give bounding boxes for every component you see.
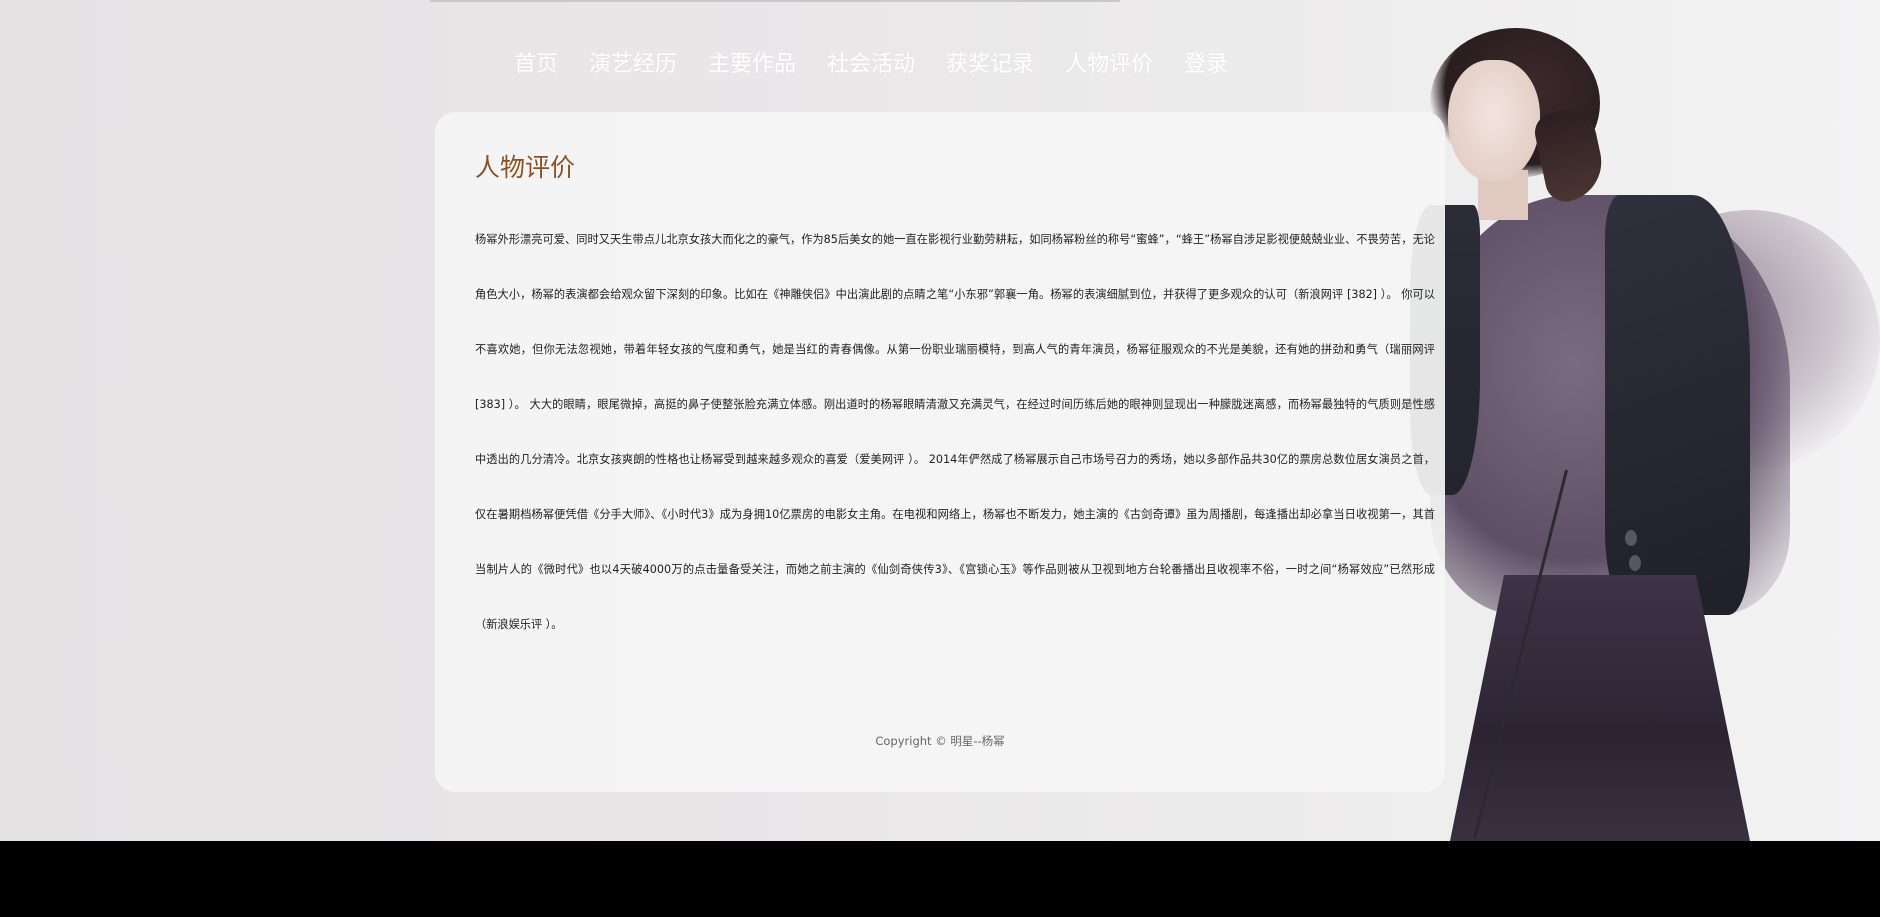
vest-button — [1629, 555, 1641, 571]
portrait-face — [1448, 60, 1540, 182]
content-card: 人物评价 杨幂外形漂亮可爱、同时又天生带点儿北京女孩大而化之的豪气，作为85后美… — [435, 112, 1445, 792]
nav-item-social[interactable]: 社会活动 — [827, 50, 915, 80]
nav-item-career[interactable]: 演艺经历 — [589, 50, 677, 80]
main-nav: 首页 演艺经历 主要作品 社会活动 获奖记录 人物评价 登录 — [514, 50, 1228, 80]
vest-button — [1625, 530, 1637, 546]
nav-item-awards[interactable]: 获奖记录 — [946, 50, 1034, 80]
hero-portrait-image — [1390, 0, 1880, 841]
copyright-footer: Copyright © 明星--杨幂 — [875, 734, 1005, 748]
nav-item-home[interactable]: 首页 — [514, 50, 558, 80]
top-divider — [430, 0, 1120, 2]
nav-item-reviews[interactable]: 人物评价 — [1065, 50, 1153, 80]
review-text: 杨幂外形漂亮可爱、同时又天生带点儿北京女孩大而化之的豪气，作为85后美女的她一直… — [475, 233, 1435, 631]
nav-item-works[interactable]: 主要作品 — [708, 50, 796, 80]
page-title: 人物评价 — [475, 153, 576, 182]
portrait-vest-right — [1605, 195, 1750, 615]
nav-item-login[interactable]: 登录 — [1184, 50, 1228, 80]
